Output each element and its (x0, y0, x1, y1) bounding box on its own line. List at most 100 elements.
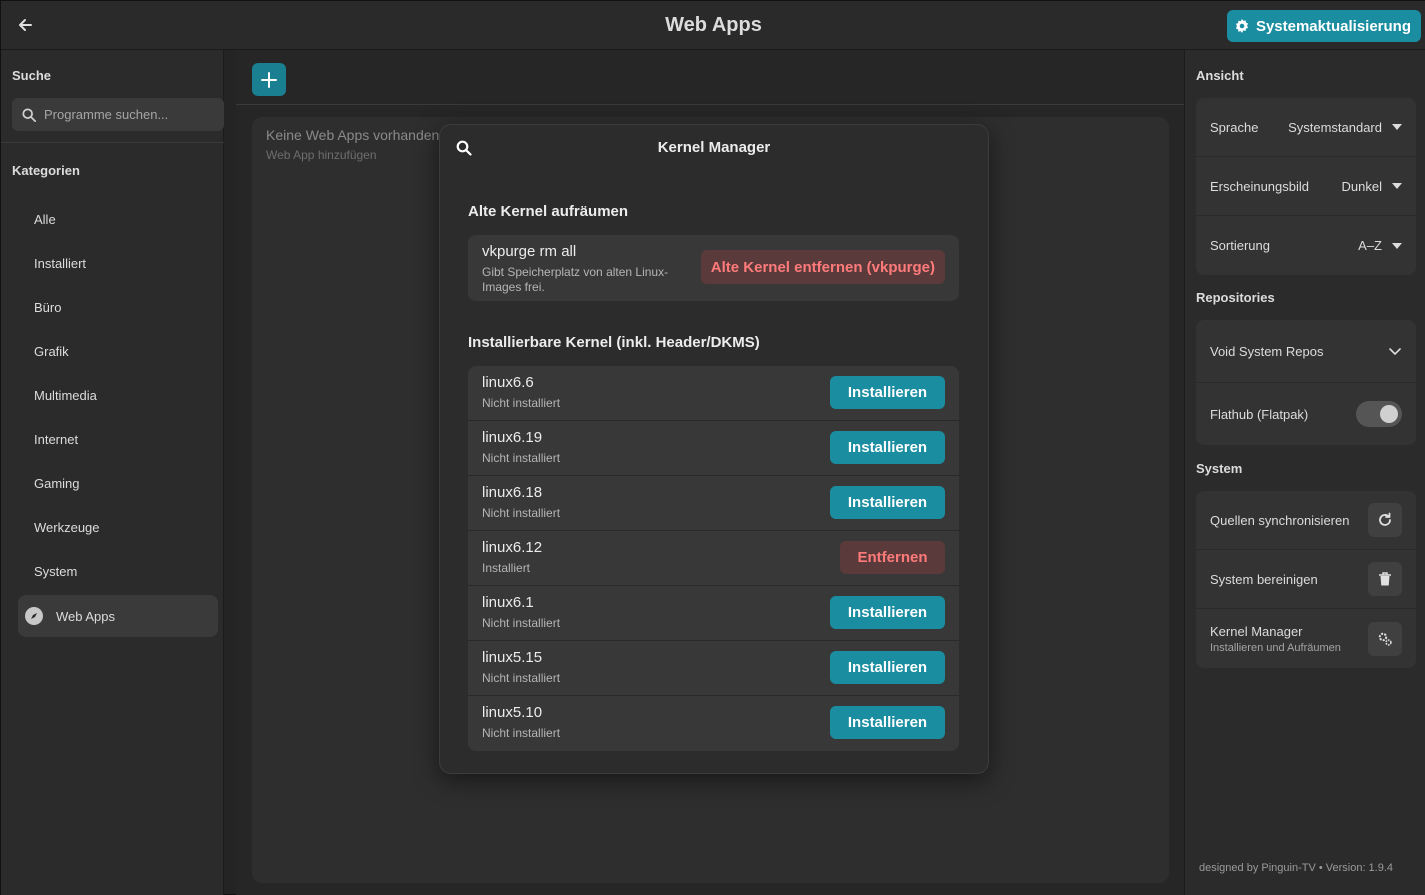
language-label: Sprache (1210, 119, 1259, 135)
caret-down-icon (1392, 242, 1402, 249)
sync-sources-label: Quellen synchronisieren (1210, 512, 1350, 528)
vkpurge-card: vkpurge rm all Gibt Speicherplatz von al… (468, 235, 959, 301)
compass-icon (25, 607, 43, 625)
kernel-name: linux5.15 (482, 649, 543, 666)
toggle-knob (1380, 405, 1398, 423)
category-werkzeuge[interactable]: Werkzeuge (18, 505, 218, 549)
kernel-row: linux6.19 Nicht installiert Installieren (468, 421, 959, 476)
app-window: Web Apps Systemaktualisierung Suche Kate… (0, 0, 1425, 895)
kernel-row: linux6.12 Installiert Entfernen (468, 531, 959, 586)
plus-icon (261, 71, 277, 88)
categories-heading: Kategorien (12, 163, 80, 178)
view-settings-card: Sprache Systemstandard Erscheinungsbild … (1196, 98, 1416, 275)
cleanup-heading: Alte Kernel aufräumen (468, 203, 629, 220)
system-update-label: Systemaktualisierung (1255, 17, 1411, 35)
clean-system-row: System bereinigen (1196, 550, 1416, 609)
trash-icon (1379, 572, 1391, 586)
kernel-row: linux5.10 Nicht installiert Installieren (468, 696, 959, 751)
installable-heading: Installierbare Kernel (inkl. Header/DKMS… (468, 334, 760, 351)
sidebar-left: Suche Kategorien Alle Installiert Büro G… (1, 50, 224, 895)
kernel-status: Nicht installiert (482, 506, 561, 520)
void-repos-row[interactable]: Void System Repos (1196, 320, 1416, 383)
kernel-name: linux6.12 (482, 539, 543, 556)
vkpurge-description: Gibt Speicherplatz von alten Linux-Image… (482, 265, 669, 294)
toolbar-divider (236, 104, 1184, 105)
kernel-status: Nicht installiert (482, 451, 561, 465)
chevron-down-icon (1389, 348, 1401, 355)
search-icon (22, 107, 36, 122)
kernel-name: linux6.18 (482, 484, 543, 501)
kernel-status: Installiert (482, 561, 531, 575)
void-repos-label: Void System Repos (1210, 343, 1324, 359)
caret-down-icon (1392, 183, 1402, 189)
category-buero[interactable]: Büro (18, 285, 218, 329)
category-internet[interactable]: Internet (18, 417, 218, 461)
empty-state-subtitle[interactable]: Web App hinzufügen (266, 148, 377, 162)
install-kernel-button[interactable]: Installieren (830, 431, 945, 464)
clean-system-button[interactable] (1368, 562, 1402, 596)
sort-value: A–Z (1358, 238, 1382, 253)
header-bar: Web Apps Systemaktualisierung (1, 1, 1425, 50)
dialog-title: Kernel Manager (657, 139, 771, 156)
install-kernel-button[interactable]: Installieren (830, 596, 945, 629)
install-kernel-button[interactable]: Installieren (830, 486, 945, 519)
install-kernel-button[interactable]: Installieren (830, 706, 945, 739)
install-kernel-button[interactable]: Installieren (830, 651, 945, 684)
language-value: Systemstandard (1288, 119, 1382, 135)
kernel-list: linux6.6 Nicht installiert Installieren … (468, 366, 959, 751)
kernel-manager-dialog: Kernel Manager Alte Kernel aufräumen vkp… (439, 124, 989, 774)
kernel-row: linux5.15 Nicht installiert Installieren (468, 641, 959, 696)
search-box[interactable] (12, 98, 224, 131)
sort-dropdown[interactable]: A–Z (1358, 238, 1402, 253)
category-installiert[interactable]: Installiert (18, 241, 218, 285)
kernel-name: linux5.10 (482, 704, 543, 721)
category-gaming[interactable]: Gaming (18, 461, 218, 505)
flathub-row: Flathub (Flatpak) (1196, 383, 1416, 445)
kernel-name: linux6.1 (482, 594, 534, 611)
appearance-label: Erscheinungsbild (1210, 178, 1310, 194)
remove-old-kernels-button[interactable]: Alte Kernel entfernen (vkpurge) (700, 250, 945, 284)
kernel-status: Nicht installiert (482, 616, 561, 630)
kernel-name: linux6.6 (482, 374, 534, 391)
language-dropdown[interactable]: Systemstandard (1288, 120, 1402, 135)
kernel-status: Nicht installiert (482, 726, 561, 740)
kernel-row: linux6.6 Nicht installiert Installieren (468, 366, 959, 421)
kernel-row: linux6.1 Nicht installiert Installieren (468, 586, 959, 641)
system-update-button[interactable]: Systemaktualisierung (1226, 10, 1421, 42)
sync-sources-button[interactable] (1368, 503, 1402, 537)
system-card: Quellen synchronisieren System bereinige… (1196, 491, 1416, 668)
vkpurge-name: vkpurge rm all (482, 243, 577, 260)
appearance-row: Erscheinungsbild Dunkel (1196, 157, 1416, 216)
flathub-toggle[interactable] (1356, 401, 1402, 427)
kernel-row: linux6.18 Nicht installiert Installieren (468, 476, 959, 531)
clean-system-label: System bereinigen (1210, 571, 1318, 587)
category-web-apps-label: Web Apps (56, 608, 116, 624)
sidebar-divider (1, 142, 224, 143)
empty-state-title: Keine Web Apps vorhanden (266, 127, 440, 143)
category-grafik[interactable]: Grafik (18, 329, 218, 373)
refresh-icon (1379, 512, 1391, 526)
flathub-label: Flathub (Flatpak) (1210, 406, 1309, 422)
kernel-manager-sublabel: Installieren und Aufräumen (1210, 641, 1341, 654)
gear-icon (1235, 19, 1248, 33)
language-row: Sprache Systemstandard (1196, 98, 1416, 157)
category-multimedia[interactable]: Multimedia (18, 373, 218, 417)
sync-sources-row: Quellen synchronisieren (1196, 491, 1416, 550)
sort-label: Sortierung (1210, 238, 1270, 253)
remove-kernel-button[interactable]: Entfernen (840, 541, 945, 574)
gears-icon (1378, 632, 1392, 646)
sort-row: Sortierung A–Z (1196, 216, 1416, 275)
search-heading: Suche (12, 68, 52, 83)
category-web-apps[interactable]: Web Apps (18, 595, 218, 637)
view-heading: Ansicht (1196, 68, 1244, 83)
install-kernel-button[interactable]: Installieren (830, 376, 945, 409)
kernel-manager-row: Kernel Manager Installieren und Aufräume… (1196, 609, 1416, 668)
kernel-manager-button[interactable] (1368, 621, 1402, 656)
category-system[interactable]: System (18, 549, 218, 593)
category-alle[interactable]: Alle (18, 197, 218, 241)
appearance-dropdown[interactable]: Dunkel (1342, 179, 1402, 194)
search-input[interactable] (44, 107, 214, 122)
appearance-value: Dunkel (1341, 178, 1382, 194)
category-list: Alle Installiert Büro Grafik Multimedia … (18, 197, 218, 637)
add-web-app-button[interactable] (252, 63, 286, 96)
